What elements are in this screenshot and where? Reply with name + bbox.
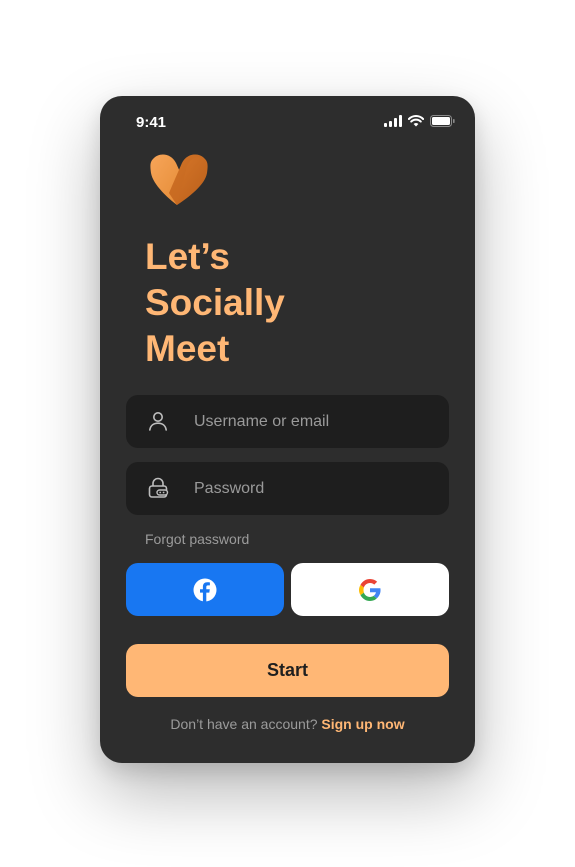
signup-prompt: Don’t have an account?	[170, 716, 322, 732]
signup-link[interactable]: Sign up now	[321, 716, 404, 732]
forgot-password-link[interactable]: Forgot password	[145, 531, 249, 547]
signal-icon	[384, 115, 402, 127]
headline: Let’s Socially Meet	[145, 234, 285, 372]
password-field[interactable]	[126, 462, 449, 515]
start-button[interactable]: Start	[126, 644, 449, 697]
heart-v-logo	[150, 154, 208, 205]
signup-row: Don’t have an account? Sign up now	[100, 716, 475, 732]
username-input[interactable]	[194, 395, 434, 448]
google-icon	[359, 578, 381, 601]
google-login-button[interactable]	[291, 563, 449, 616]
login-screen: 9:41 Let’s Socially Meet Username or ema…	[100, 96, 475, 763]
lock-icon	[148, 477, 169, 498]
status-time: 9:41	[136, 114, 167, 131]
headline-line-2: Socially	[145, 282, 285, 323]
headline-line-3: Meet	[145, 328, 230, 369]
facebook-icon	[193, 578, 217, 602]
battery-icon	[430, 115, 455, 127]
username-field[interactable]	[126, 395, 449, 448]
wifi-icon	[408, 115, 424, 127]
password-input[interactable]	[194, 462, 434, 515]
headline-line-1: Let’s	[145, 236, 230, 277]
user-icon	[149, 412, 167, 431]
facebook-login-button[interactable]	[126, 563, 284, 616]
status-icons	[384, 115, 455, 127]
